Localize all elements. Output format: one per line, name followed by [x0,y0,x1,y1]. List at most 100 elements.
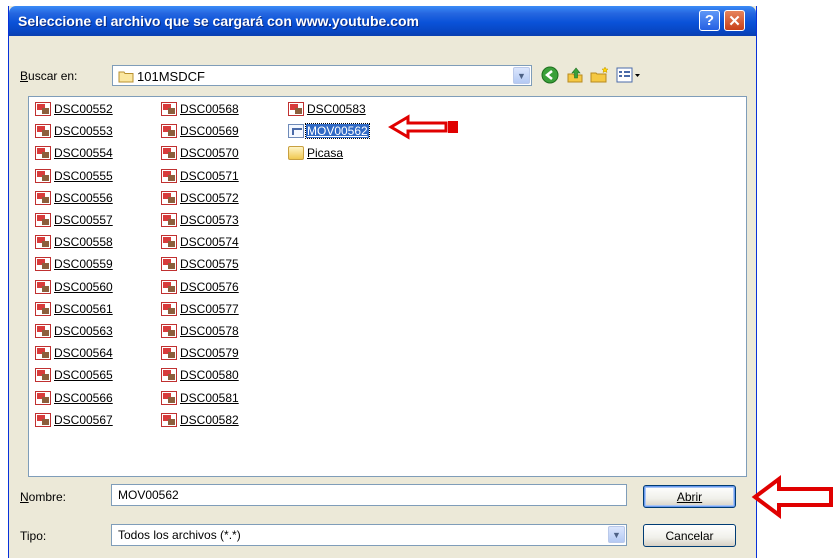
file-item[interactable]: DSC00573 [161,212,240,228]
file-type-combo[interactable]: Todos los archivos (*.*) ▼ [111,524,627,546]
file-name: DSC00552 [54,102,113,116]
file-name: DSC00575 [180,257,239,272]
file-name: DSC00572 [180,190,239,205]
view-menu-icon [616,67,640,83]
help-button[interactable]: ? [699,10,720,31]
file-type-value: Todos los archivos (*.*) [118,528,241,542]
file-list[interactable]: DSC00552 DSC00553 DSC00554 DSC00555 DSC00556… [28,96,747,477]
image-file-icon [35,390,51,405]
file-name-label: Nombre: [20,490,67,504]
image-file-icon [288,102,304,116]
file-name: DSC00583 [307,102,366,116]
video-file-icon [288,124,304,139]
image-file-icon [161,124,177,139]
file-item[interactable]: DSC00559 [35,256,114,272]
file-item[interactable]: DSC00570 [161,145,240,161]
file-item[interactable]: DSC00557 [35,212,114,228]
file-name-input[interactable]: MOV00562 [111,484,627,506]
file-name: DSC00577 [180,301,239,316]
file-item[interactable]: DSC00576 [161,279,240,295]
file-item[interactable]: DSC00580 [161,367,240,383]
file-name: DSC00554 [54,146,113,161]
file-name: DSC00569 [180,124,239,139]
image-file-icon [35,412,51,427]
close-button[interactable]: ✕ [724,10,745,31]
file-item[interactable]: DSC00577 [161,301,240,317]
file-item[interactable]: DSC00564 [35,345,114,361]
file-item[interactable]: DSC00561 [35,301,114,317]
file-name: DSC00560 [54,279,113,294]
chevron-down-icon[interactable]: ▼ [513,67,530,84]
file-name: DSC00574 [180,235,239,250]
file-name: DSC00553 [54,124,113,139]
image-file-icon [35,168,51,183]
file-name: DSC00573 [180,213,239,227]
open-button[interactable]: Abrir [643,485,736,508]
file-item[interactable]: DSC00572 [161,190,240,206]
image-file-icon [35,368,51,383]
file-item[interactable]: DSC00583 [288,101,367,117]
file-item[interactable]: MOV00562 [288,123,370,140]
image-file-icon [35,301,51,316]
file-item[interactable]: DSC00552 [35,101,114,117]
file-name-value: MOV00562 [118,488,179,502]
file-name: DSC00579 [180,346,239,361]
file-item[interactable]: DSC00569 [161,123,240,139]
look-in-combo[interactable]: 101MSDCF ▼ [112,65,532,86]
image-file-icon [161,168,177,183]
shortcut-icon [288,146,304,161]
file-item[interactable]: DSC00567 [35,412,114,428]
file-name: DSC00568 [180,102,239,116]
title-bar[interactable]: Seleccione el archivo que se cargará con… [9,6,756,36]
cancel-button[interactable]: Cancelar [643,524,736,547]
file-item[interactable]: DSC00565 [35,367,114,383]
image-file-icon [35,213,51,227]
file-name: DSC00581 [180,390,239,405]
file-item[interactable]: DSC00563 [35,323,114,339]
file-name: DSC00559 [54,257,113,272]
file-item[interactable]: Picasa [288,145,344,161]
open-button-label: Abrir [676,489,703,504]
file-item[interactable]: DSC00579 [161,345,240,361]
file-item[interactable]: DSC00578 [161,323,240,339]
dialog-title: Seleccione el archivo que se cargará con… [18,13,419,29]
file-item[interactable]: DSC00575 [161,256,240,272]
file-name: DSC00578 [180,324,239,338]
image-file-icon [161,257,177,272]
image-file-icon [161,190,177,205]
file-item[interactable]: DSC00553 [35,123,114,139]
file-item[interactable]: DSC00558 [35,234,114,250]
file-item[interactable]: DSC00566 [35,390,114,406]
file-item[interactable]: DSC00560 [35,279,114,295]
file-item[interactable]: DSC00568 [161,101,240,117]
image-file-icon [161,301,177,316]
back-icon [541,66,559,84]
image-file-icon [161,368,177,383]
new-folder-button[interactable] [590,65,610,85]
back-button[interactable] [540,65,560,85]
file-item[interactable]: DSC00571 [161,168,240,184]
image-file-icon [161,324,177,338]
up-folder-button[interactable] [565,65,585,85]
file-name: DSC00561 [54,301,113,316]
image-file-icon [35,102,51,116]
image-file-icon [161,213,177,227]
file-item[interactable]: DSC00582 [161,412,240,428]
file-item[interactable]: DSC00581 [161,390,240,406]
file-name: DSC00555 [54,168,113,183]
file-name: DSC00564 [54,346,113,361]
image-file-icon [161,102,177,116]
image-file-icon [35,324,51,338]
folder-icon [118,71,134,83]
file-name: DSC00556 [54,190,113,205]
file-name: DSC00570 [180,146,239,161]
file-item[interactable]: DSC00574 [161,234,240,250]
image-file-icon [35,146,51,161]
file-item[interactable]: DSC00556 [35,190,114,206]
chevron-down-icon[interactable]: ▼ [608,526,625,543]
file-item[interactable]: DSC00554 [35,145,114,161]
file-item[interactable]: DSC00555 [35,168,114,184]
file-name: MOV00562 [305,123,370,140]
view-menu-button[interactable] [615,65,643,85]
file-name: DSC00557 [54,213,113,227]
